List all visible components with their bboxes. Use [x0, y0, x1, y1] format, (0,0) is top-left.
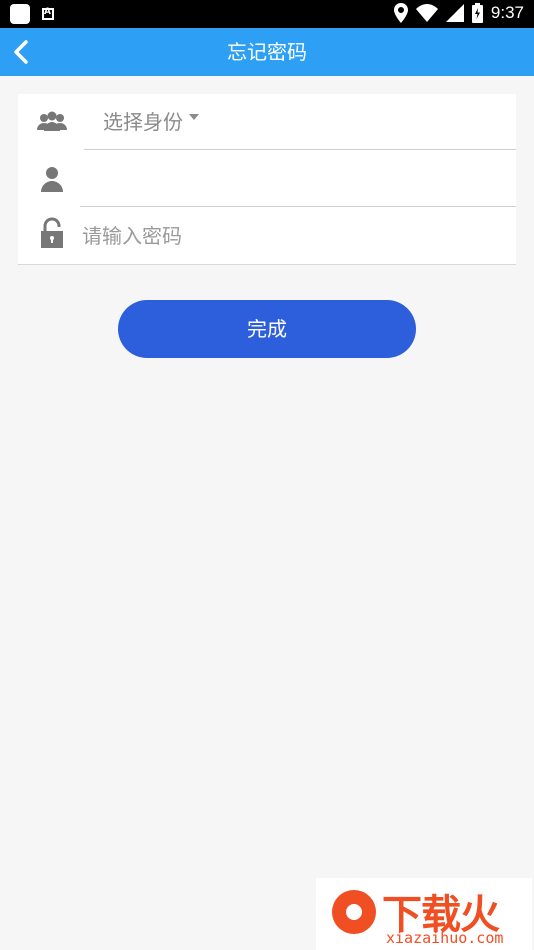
page-title: 忘记密码 — [227, 40, 307, 64]
username-input[interactable] — [80, 159, 504, 201]
watermark-subtitle: xiazaihuo.com — [386, 929, 504, 947]
lock-icon — [41, 217, 63, 248]
flame-logo-icon — [332, 890, 376, 934]
forgot-password-form: 选择身份 — [18, 94, 516, 265]
status-bar: 9:37 — [0, 0, 534, 28]
font-notification-icon — [42, 7, 54, 20]
password-input[interactable] — [80, 215, 504, 257]
username-row — [18, 151, 516, 207]
location-icon — [393, 3, 408, 23]
watermark-logo: 下载火 xiazaihuo.com — [316, 878, 532, 950]
status-bar-right: 9:37 — [393, 3, 524, 23]
status-time: 9:37 — [490, 3, 524, 22]
divider — [84, 149, 516, 150]
password-row — [18, 207, 516, 263]
identity-select-label: 选择身份 — [103, 110, 183, 134]
app-header: 忘记密码 — [0, 28, 534, 76]
users-group-icon — [37, 111, 67, 131]
user-icon — [41, 167, 63, 192]
done-button[interactable]: 完成 — [118, 300, 416, 358]
app-notification-icon — [10, 4, 30, 24]
identity-row: 选择身份 — [18, 94, 516, 150]
wifi-icon — [415, 4, 438, 22]
signal-icon — [445, 4, 464, 22]
identity-select[interactable]: 选择身份 — [103, 106, 199, 135]
battery-icon — [471, 3, 483, 23]
caret-down-icon — [189, 113, 199, 120]
status-bar-left — [10, 4, 54, 24]
